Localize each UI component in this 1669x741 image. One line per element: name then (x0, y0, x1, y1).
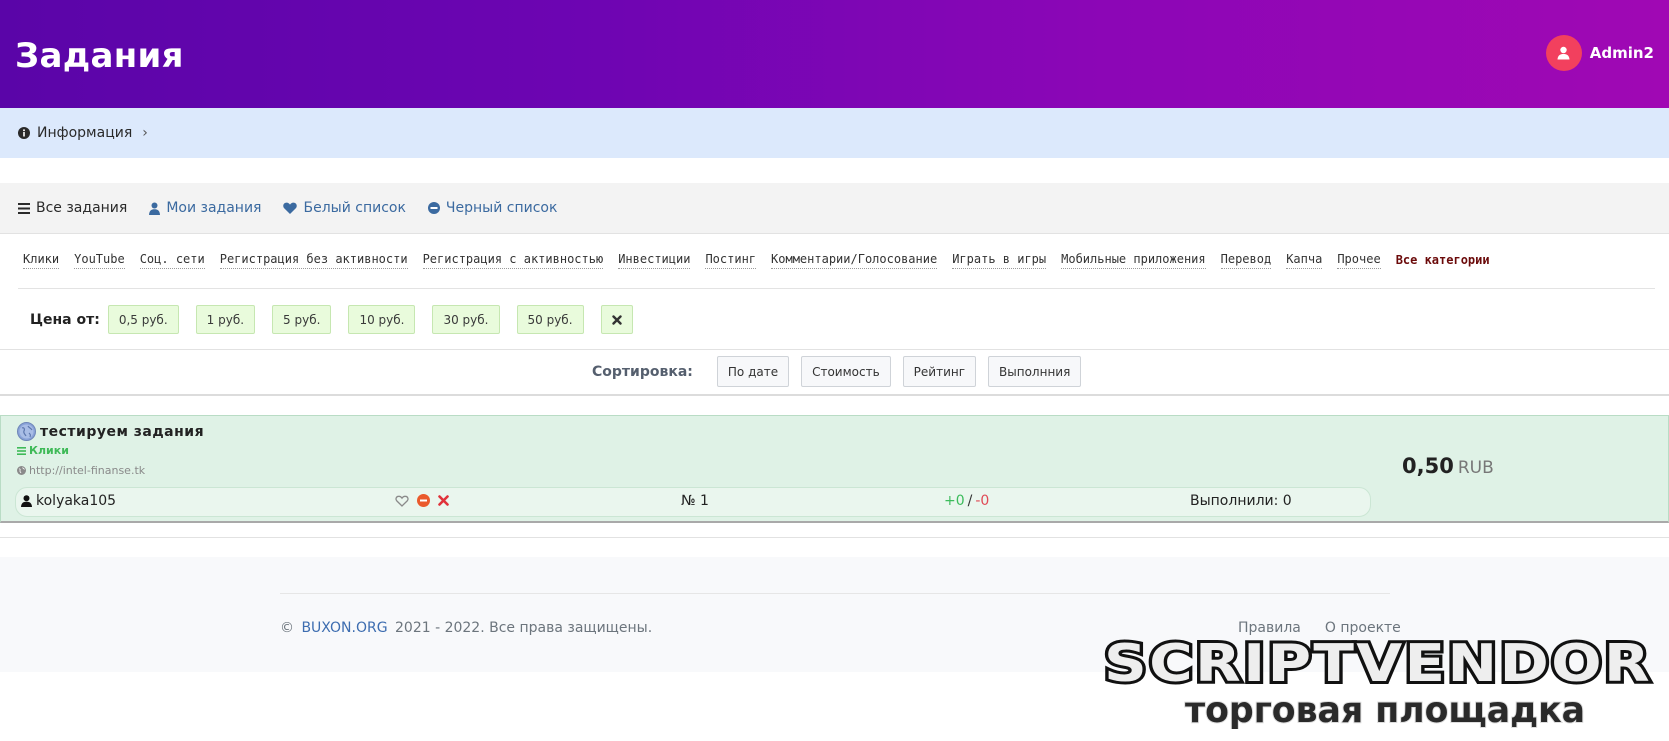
task-title[interactable]: тестируем задания (40, 424, 204, 440)
watermark-line1: SCRIPTVENDOR (1104, 634, 1652, 694)
sort-by-completions-button[interactable]: Выполнния (988, 356, 1082, 387)
tab-label: Белый список (303, 200, 406, 216)
page-title: Задания (15, 36, 184, 76)
task-completed-count: Выполнили: 0 (1190, 493, 1292, 509)
category-translation[interactable]: Перевод (1220, 252, 1272, 269)
hide-task-button[interactable] (438, 495, 449, 506)
task-author-name[interactable]: kolyaka105 (36, 493, 116, 509)
task-actions (395, 494, 457, 507)
task-meta-bar: kolyaka105 № 1 +0/-0 Выполнили: 0 (15, 487, 1371, 517)
category-posting[interactable]: Постинг (705, 252, 757, 269)
tab-label: Черный список (445, 200, 558, 216)
task-price: 0,50 RUB (1402, 454, 1494, 478)
divider (18, 288, 1655, 289)
price-button-50[interactable]: 50 руб. (516, 305, 584, 334)
price-button-0-5[interactable]: 0,5 руб. (107, 305, 179, 334)
divider (0, 349, 1669, 350)
list-icon (18, 202, 30, 214)
category-registration-activity[interactable]: Регистрация с активностью (422, 252, 604, 269)
close-icon (438, 495, 449, 506)
price-clear-button[interactable] (600, 305, 633, 334)
divider (0, 394, 1669, 396)
price-filter-label: Цена от: (30, 311, 100, 328)
sort-label: Сортировка: (592, 363, 693, 380)
scriptvendor-watermark: SCRIPTVENDOR торговая площадка (1101, 631, 1653, 729)
heart-icon (283, 202, 298, 214)
sort-by-cost-button[interactable]: Стоимость (801, 356, 891, 387)
task-price-value: 0,50 (1402, 454, 1454, 478)
minus-circle-icon (417, 494, 430, 507)
user-icon (21, 495, 32, 507)
tab-my-tasks[interactable]: Мои задания (149, 200, 261, 216)
category-comments-voting[interactable]: Комментарии/Голосование (771, 252, 938, 269)
category-other[interactable]: Прочее (1337, 252, 1381, 269)
task-author[interactable]: kolyaka105 (21, 493, 116, 509)
task-votes: +0/-0 (944, 493, 989, 509)
category-all[interactable]: Все категории (1396, 253, 1490, 269)
sort-by-rating-button[interactable]: Рейтинг (902, 356, 977, 387)
category-mobile-apps[interactable]: Мобильные приложения (1061, 252, 1206, 269)
sort-by-date-button[interactable]: По дате (716, 356, 790, 387)
category-play-games[interactable]: Играть в игры (952, 252, 1047, 269)
price-button-30[interactable]: 30 руб. (432, 305, 500, 334)
info-breadcrumb[interactable]: Информация › (0, 108, 1669, 158)
tab-whitelist[interactable]: Белый список (283, 200, 406, 216)
avatar[interactable] (1545, 35, 1582, 71)
category-registration-no-activity[interactable]: Регистрация без активности (219, 252, 408, 269)
category-captcha[interactable]: Капча (1286, 252, 1323, 269)
minus-circle-icon (427, 202, 440, 214)
votes-minus: -0 (975, 493, 990, 509)
task-url: http://intel-finanse.tk (17, 464, 145, 477)
tab-blacklist[interactable]: Черный список (427, 200, 558, 216)
category-filter: Клики YouTube Соц. сети Регистрация без … (23, 252, 1505, 269)
heart-outline-icon (395, 495, 409, 507)
globe-icon (17, 422, 36, 441)
footer-divider (280, 593, 1390, 594)
task-category: Клики (17, 444, 69, 457)
close-icon (611, 314, 622, 325)
info-circle-icon (18, 127, 30, 139)
task-tabs: Все задания Мои задания Белый список Чер… (0, 183, 1669, 234)
category-clicks[interactable]: Клики (23, 252, 60, 269)
sort-controls: Сортировка: По дате Стоимость Рейтинг Вы… (592, 356, 1093, 387)
votes-separator: / (967, 493, 973, 509)
watermark-line2: торговая площадка (1185, 690, 1585, 729)
page-header: Задания Admin2 (0, 0, 1669, 108)
task-number: № 1 (681, 493, 709, 509)
divider (0, 537, 1669, 538)
category-social[interactable]: Соц. сети (139, 252, 205, 269)
category-investments[interactable]: Инвестиции (618, 252, 691, 269)
add-to-blacklist-button[interactable] (417, 494, 430, 507)
tab-label: Все задания (36, 200, 128, 216)
price-button-5[interactable]: 5 руб. (272, 305, 332, 334)
votes-plus: +0 (944, 493, 965, 509)
info-label[interactable]: Информация (37, 125, 132, 141)
username[interactable]: Admin2 (1590, 44, 1654, 62)
chevron-right-icon: › (142, 125, 148, 141)
user-menu[interactable]: Admin2 (1545, 35, 1654, 71)
task-card[interactable]: тестируем задания Клики http://intel-fin… (0, 415, 1669, 523)
tab-label: Мои задания (166, 200, 262, 216)
price-button-10[interactable]: 10 руб. (348, 305, 416, 334)
price-button-1[interactable]: 1 руб. (195, 305, 256, 334)
price-filter: Цена от: 0,5 руб. 1 руб. 5 руб. 10 руб. … (30, 305, 650, 334)
task-price-currency: RUB (1457, 458, 1494, 478)
category-youtube[interactable]: YouTube (74, 252, 125, 269)
add-to-whitelist-button[interactable] (395, 495, 409, 507)
user-icon (149, 202, 161, 215)
brand-link[interactable]: BUXON.ORG (301, 620, 387, 636)
tab-all-tasks[interactable]: Все задания (18, 200, 127, 216)
list-icon (17, 446, 26, 455)
task-url-text: http://intel-finanse.tk (29, 464, 146, 477)
copyright-symbol: © (280, 620, 294, 636)
copyright-text: 2021 - 2022. Все права защищены. (395, 620, 653, 636)
task-title-row[interactable]: тестируем задания (17, 422, 204, 441)
globe-icon (17, 466, 26, 475)
copyright: © BUXON.ORG 2021 - 2022. Все права защищ… (280, 620, 652, 636)
user-icon (1557, 46, 1570, 60)
task-category-label: Клики (29, 444, 69, 457)
